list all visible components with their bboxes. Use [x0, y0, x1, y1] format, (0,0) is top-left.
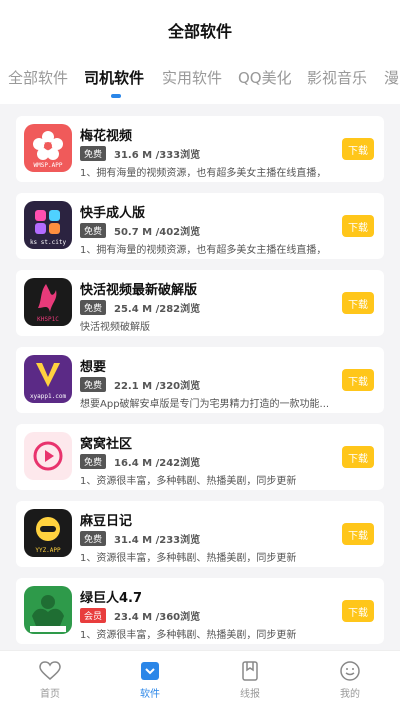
nav-home[interactable]: 首页 — [20, 661, 80, 700]
plum-blossom-app-icon: WMSP.APP — [24, 124, 72, 172]
app-card[interactable]: 绿巨人4.7 会员 23.4 M /360浏览 1、资源很丰富，多种韩剧、热播美… — [16, 578, 384, 644]
app-card[interactable]: WMSP.APP 梅花视频 免费 31.6 M /333浏览 1、拥有海量的视频… — [16, 116, 384, 182]
top-header: 全部软件 — [0, 0, 400, 58]
app-size-views: 22.1 M /320浏览 — [114, 381, 201, 392]
nav-profile[interactable]: 我的 — [320, 661, 380, 700]
download-button[interactable]: 下载 — [342, 600, 374, 622]
tab-driver-software[interactable]: 司机软件 — [84, 67, 144, 88]
madou-app-icon: YYZ.APP — [24, 509, 72, 557]
app-name: 梅花视频 — [80, 129, 133, 144]
price-badge: 免费 — [80, 300, 107, 315]
app-icon-caption: KHSP1C — [37, 316, 59, 323]
app-size-views: 16.4 M /242浏览 — [114, 458, 201, 469]
nav-label: 我的 — [340, 689, 360, 700]
app-size-views: 23.4 M /360浏览 — [114, 612, 201, 623]
smiley-icon — [320, 661, 380, 681]
app-size-views: 50.7 M /402浏览 — [114, 227, 201, 238]
price-badge: 免费 — [80, 377, 107, 392]
app-description: 1、资源很丰富，多种韩剧、热播美剧，同步更新 — [80, 476, 297, 487]
download-button[interactable]: 下载 — [342, 446, 374, 468]
app-size-views: 25.4 M /282浏览 — [114, 304, 201, 315]
app-size-views: 31.6 M /333浏览 — [114, 150, 201, 161]
app-card[interactable]: YYZ.APP 麻豆日记 免费 31.4 M /233浏览 1、资源很丰富，多种… — [16, 501, 384, 567]
app-size-views: 31.4 M /233浏览 — [114, 535, 201, 546]
play-circle-icon — [24, 432, 72, 480]
app-name: 快手成人版 — [80, 206, 146, 221]
xiangyao-app-icon: xyapp1.com — [24, 355, 72, 403]
nav-software[interactable]: 软件 — [120, 661, 180, 700]
download-button[interactable]: 下载 — [342, 215, 374, 237]
nav-label: 软件 — [140, 689, 160, 700]
app-description: 1、拥有海量的视频资源，也有超多美女主播在线直播， — [80, 168, 327, 179]
app-name: 绿巨人4.7 — [80, 591, 143, 606]
app-name: 快活视频最新破解版 — [80, 283, 198, 298]
download-button[interactable]: 下载 — [342, 369, 374, 391]
nav-tips[interactable]: 线报 — [220, 661, 280, 700]
price-badge: 免费 — [80, 146, 107, 161]
heart-icon — [20, 661, 80, 681]
apps-icon — [120, 661, 180, 681]
app-description: 1、资源很丰富，多种韩剧、热播美剧，同步更新 — [80, 553, 297, 564]
app-card[interactable]: KHSP1C 快活视频最新破解版 免费 25.4 M /282浏览 快活视频破解… — [16, 270, 384, 336]
vip-badge: 会员 — [80, 608, 107, 623]
nav-label: 线报 — [240, 689, 260, 700]
tab-qq-beautify[interactable]: QQ美化 — [238, 67, 292, 88]
download-button[interactable]: 下载 — [342, 292, 374, 314]
kuaihuo-app-icon: KHSP1C — [24, 278, 72, 326]
tab-utility-software[interactable]: 实用软件 — [162, 67, 222, 88]
app-name: 麻豆日记 — [80, 514, 133, 529]
app-name: 窝窝社区 — [80, 437, 133, 452]
tab-video-music[interactable]: 影视音乐 — [307, 67, 367, 88]
tab-all-software[interactable]: 全部软件 — [8, 67, 68, 88]
app-icon-caption: WMSP.APP — [33, 162, 63, 169]
app-description: 1、资源很丰富，多种韩剧、热播美剧，同步更新 — [80, 630, 297, 641]
bookmark-icon — [220, 661, 280, 681]
app-icon-caption: ks st.city — [29, 239, 67, 246]
download-button[interactable]: 下载 — [342, 523, 374, 545]
price-badge: 免费 — [80, 223, 107, 238]
page-title: 全部软件 — [167, 22, 232, 41]
active-tab-indicator — [111, 94, 121, 98]
price-badge: 免费 — [80, 531, 107, 546]
tab-comics[interactable]: 漫 — [384, 67, 399, 88]
nav-label: 首页 — [40, 689, 60, 700]
app-card[interactable]: 窝窝社区 免费 16.4 M /242浏览 1、资源很丰富，多种韩剧、热播美剧，… — [16, 424, 384, 490]
app-icon-caption: xyapp1.com — [29, 393, 67, 400]
app-description: 想要App破解安卓版是专门为宅男精力打造的一款功能... — [80, 399, 330, 410]
app-card[interactable]: xyapp1.com 想要 免费 22.1 M /320浏览 想要App破解安卓… — [16, 347, 384, 413]
price-badge: 免费 — [80, 454, 107, 469]
category-tabs: 全部软件 司机软件 实用软件 QQ美化 影视音乐 漫 — [0, 58, 400, 104]
app-description: 1、拥有海量的视频资源，也有超多美女主播在线直播， — [80, 245, 327, 256]
bottom-navigation: 首页 软件 线报 我的 — [0, 650, 400, 712]
hulk-app-icon — [24, 586, 72, 634]
app-name: 想要 — [80, 360, 107, 375]
download-button[interactable]: 下载 — [342, 138, 374, 160]
kuaishou-app-icon: ks st.city — [24, 201, 72, 249]
app-description: 快活视频破解版 — [80, 322, 150, 333]
app-icon-caption: YYZ.APP — [35, 547, 61, 554]
app-card[interactable]: ks st.city 快手成人版 免费 50.7 M /402浏览 1、拥有海量… — [16, 193, 384, 259]
